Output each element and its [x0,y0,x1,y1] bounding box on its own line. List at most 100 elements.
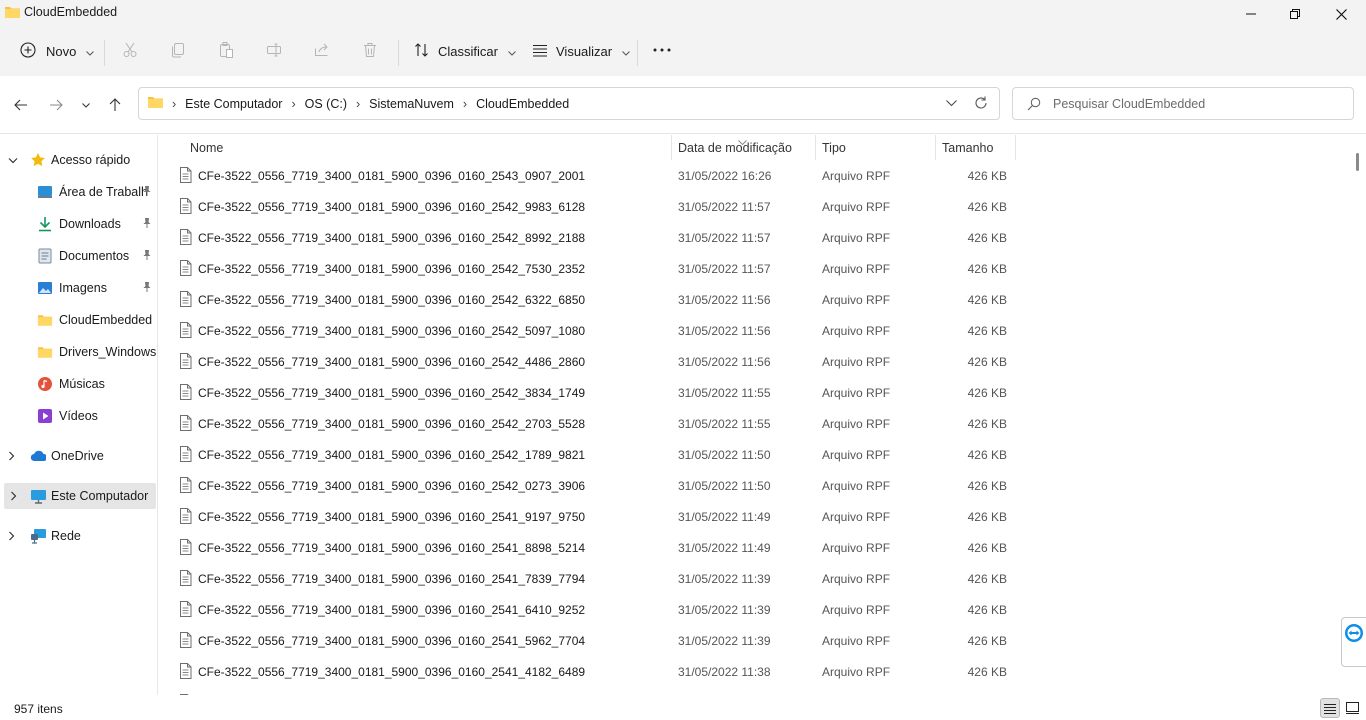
breadcrumb-sistemanuvem[interactable]: SistemaNuvem [369,97,454,111]
search-input[interactable] [1053,94,1343,114]
file-date: 31/05/2022 11:55 [678,386,771,400]
sidebar-item-imagens[interactable]: Imagens [0,275,156,301]
chevron-right-icon[interactable] [8,530,16,544]
music-icon [37,376,53,392]
close-button[interactable] [1318,0,1364,28]
column-header-name[interactable]: Nome [190,135,670,160]
folder-icon [4,5,21,22]
file-row[interactable]: CFe-3522_0556_7719_3400_0181_5900_0396_0… [159,656,1349,687]
up-button[interactable] [103,93,127,117]
file-row[interactable]: CFe-3522_0556_7719_3400_0181_5900_0396_0… [159,501,1349,532]
file-type: Arquivo RPF [822,448,891,462]
file-row[interactable]: CFe-3522_0556_7719_3400_0181_5900_0396_0… [159,346,1349,377]
file-type: Arquivo RPF [822,634,891,648]
breadcrumb-cloudembedded[interactable]: CloudEmbedded [476,97,569,111]
file-row[interactable]: CFe-3522_0556_7719_3400_0181_5900_0396_0… [159,563,1349,594]
file-icon [179,229,192,248]
file-date: 31/05/2022 11:57 [678,262,771,276]
refresh-icon[interactable] [973,95,989,114]
file-name: CFe-3522_0556_7719_3400_0181_5900_0396_0… [198,417,586,431]
sidebar-item-acesso-rapido[interactable]: Acesso rápido [0,147,156,173]
chevron-right-icon[interactable] [10,490,18,504]
more-options-icon[interactable] [652,40,672,60]
pin-icon [142,249,152,264]
sidebar-item-drivers-windows[interactable]: Drivers_Windows [0,339,156,365]
column-divider[interactable] [935,135,936,160]
cut-icon[interactable] [120,40,140,60]
sidebar-item-area-de-trabalho[interactable]: Área de Trabalh [0,179,156,205]
column-divider[interactable] [671,135,672,160]
address-bar[interactable]: › Este Computador › OS (C:) › SistemaNuv… [138,87,1000,120]
file-row[interactable]: CFe-3522_0556_7719_3400_0181_5900_0396_0… [159,315,1349,346]
file-row[interactable]: CFe-3522_0556_7719_3400_0181_5900_0396_0… [159,408,1349,439]
file-date: 31/05/2022 11:57 [678,231,771,245]
details-view-icon[interactable] [1320,698,1340,718]
tiles-view-icon[interactable] [1342,698,1362,718]
recent-locations-button[interactable] [74,93,98,117]
sidebar-item-documentos[interactable]: Documentos [0,243,156,269]
file-icon [179,353,192,372]
file-name: CFe-3522_0556_7719_3400_0181_5900_0396_0… [198,448,586,462]
address-dropdown-icon[interactable] [946,96,957,110]
sidebar-item-label: CloudEmbedded [59,313,153,327]
sidebar-item-este-computador[interactable]: Este Computador [4,483,156,509]
copy-icon[interactable] [168,40,188,60]
view-lines-icon [532,42,548,61]
share-icon[interactable] [312,40,332,60]
file-row[interactable]: CFe-3522_0556_7719_3400_0181_5900_0396_0… [159,377,1349,408]
file-row[interactable]: CFe-3522_0556_7719_3400_0181_5900_0396_0… [159,253,1349,284]
sidebar-item-onedrive[interactable]: OneDrive [0,443,156,469]
file-icon [179,198,192,217]
star-icon [30,152,46,168]
search-box[interactable] [1012,87,1354,120]
file-row[interactable]: CFe-3522_0556_7719_3400_0181_5900_0396_0… [159,160,1349,191]
file-icon [179,415,192,434]
new-button[interactable]: Novo [20,36,95,66]
chevron-right-icon[interactable] [8,450,16,464]
scrollbar-thumb[interactable] [1356,153,1359,171]
view-button[interactable]: Visualizar [532,36,630,66]
file-size: 426 KB [967,665,1007,679]
column-divider[interactable] [815,135,816,160]
delete-icon[interactable] [360,40,380,60]
pin-icon [142,217,152,232]
file-row[interactable]: CFe-3522_0556_7719_3400_0181_5900_0396_0… [159,284,1349,315]
paste-icon[interactable] [216,40,236,60]
chevron-down-icon[interactable] [8,154,18,168]
file-row[interactable]: CFe-3522_0556_7719_3400_0181_5900_0396_0… [159,191,1349,222]
file-row[interactable]: CFe-3522_0556_7719_3400_0181_5900_0396_0… [159,625,1349,656]
sidebar-item-downloads[interactable]: Downloads [0,211,156,237]
file-row[interactable]: CFe-3522_0556_7719_3400_0181_5900_0396_0… [159,439,1349,470]
chevron-right-icon: › [172,96,177,111]
sidebar-item-cloudembedded[interactable]: CloudEmbedded [0,307,156,333]
status-bar: 957 itens [0,696,1366,720]
item-count: 957 itens [14,702,63,716]
sidebar-item-rede[interactable]: Rede [0,523,156,549]
file-date: 31/05/2022 11:56 [678,355,771,369]
column-header-type[interactable]: Tipo [822,135,934,160]
file-size: 426 KB [967,324,1007,338]
minimize-button[interactable] [1228,0,1274,28]
sidebar-item-videos[interactable]: Vídeos [0,403,156,429]
sort-button[interactable]: Classificar [414,36,516,66]
column-header-size[interactable]: Tamanho [942,135,1014,160]
forward-button[interactable] [44,93,68,117]
file-row[interactable]: CFe-3522_0556_7719_3400_0181_5900_0396_0… [159,532,1349,563]
rename-icon[interactable] [264,40,284,60]
file-date: 31/05/2022 11:56 [678,324,771,338]
file-icon [179,663,192,682]
teamviewer-tab[interactable] [1341,617,1366,667]
file-type: Arquivo RPF [822,603,891,617]
column-divider[interactable] [1015,135,1016,160]
file-size: 426 KB [967,603,1007,617]
breadcrumb-este-computador[interactable]: Este Computador [185,97,282,111]
file-row[interactable]: CFe-3522_0556_7719_3400_0181_5900_0396_0… [159,470,1349,501]
back-button[interactable] [9,93,33,117]
file-row[interactable]: CFe-3522_0556_7719_3400_0181_5900_0396_0… [159,222,1349,253]
sidebar-item-musicas[interactable]: Músicas [0,371,156,397]
search-icon [1027,97,1041,114]
vertical-scrollbar[interactable] [1349,135,1366,695]
restore-button[interactable] [1272,0,1318,28]
file-row[interactable]: CFe-3522_0556_7719_3400_0181_5900_0396_0… [159,594,1349,625]
breadcrumb-os-c[interactable]: OS (C:) [305,97,347,111]
